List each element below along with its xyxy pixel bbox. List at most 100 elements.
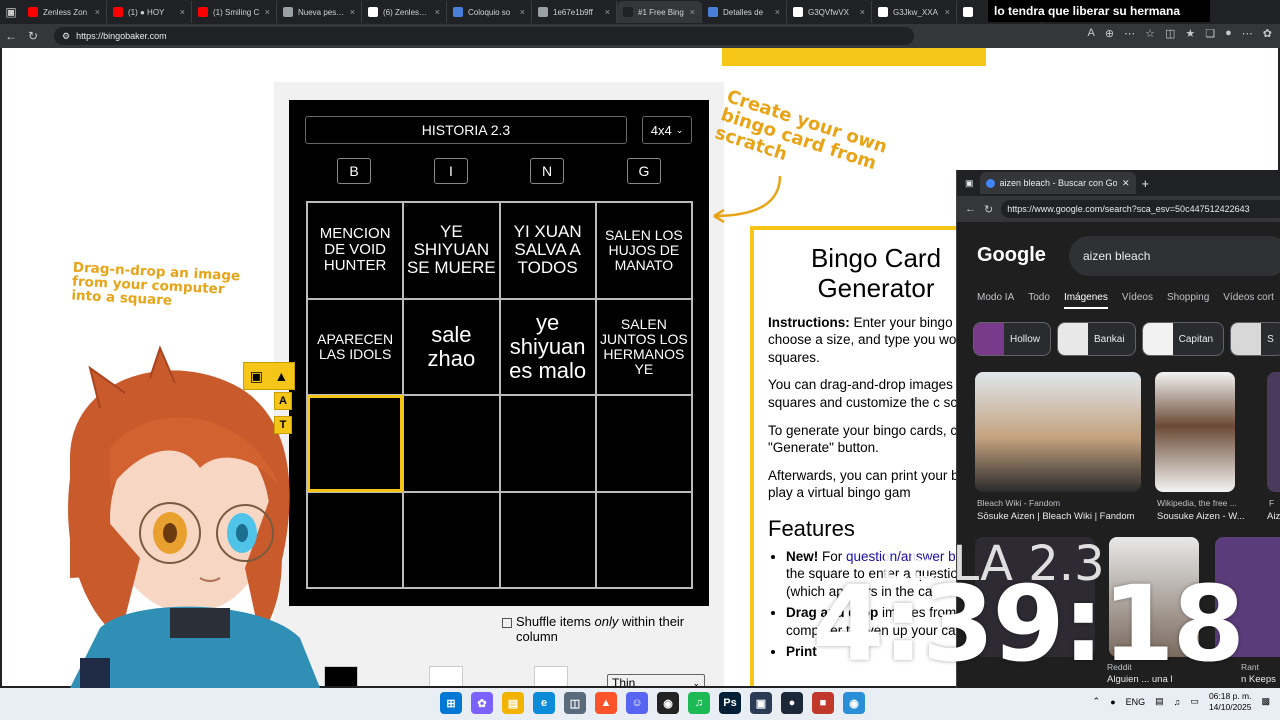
color-swatch-background[interactable] [429, 666, 463, 686]
bingo-cell[interactable]: SALEN JUNTOS LOS HERMANOS YE [595, 298, 692, 395]
browser-tab[interactable]: (6) Zenless Z × [362, 1, 447, 23]
favorite-star-icon[interactable]: ☆ [1145, 27, 1155, 40]
column-letter-b[interactable]: B [337, 158, 371, 184]
close-icon[interactable]: × [860, 7, 865, 17]
tab-ai-mode[interactable]: Modo IA [977, 292, 1014, 309]
google-search-input[interactable]: aizen bleach [1069, 236, 1280, 276]
column-letter-n[interactable]: N [530, 158, 564, 184]
shuffle-checkbox[interactable] [502, 618, 512, 628]
close-icon[interactable]: × [605, 7, 610, 17]
chevron-up-icon[interactable]: ⌃ [1093, 696, 1101, 707]
google-tab[interactable]: aizen bleach - Buscar con Google ✕ [979, 172, 1136, 194]
close-icon[interactable]: ✕ [1122, 178, 1130, 189]
shuffle-option[interactable]: Shuffle items only within their column [502, 614, 702, 644]
close-icon[interactable]: × [350, 7, 355, 17]
clock[interactable]: 06:18 p. m. 14/10/2025 [1209, 691, 1252, 712]
chip-bankai[interactable]: Bankai [1057, 322, 1136, 356]
tab-actions-icon[interactable]: ▣ [965, 178, 974, 189]
app-icon[interactable]: ◉ [843, 692, 865, 714]
result-image[interactable] [975, 372, 1141, 492]
edge-icon[interactable]: e [533, 692, 555, 714]
copilot-icon[interactable]: ✿ [471, 692, 493, 714]
bingo-cell[interactable] [307, 491, 404, 588]
store-icon[interactable]: ◫ [564, 692, 586, 714]
browser-tab[interactable]: Coloquio so × [447, 1, 532, 23]
bingo-cell[interactable] [595, 395, 692, 492]
browser-tab[interactable]: 1e67e1b9ff × [532, 1, 617, 23]
photoshop-icon[interactable]: Ps [719, 692, 741, 714]
tab-shopping[interactable]: Shopping [1167, 292, 1209, 309]
column-letter-g[interactable]: G [627, 158, 661, 184]
close-icon[interactable]: × [520, 7, 525, 17]
tab-videos[interactable]: Vídeos [1122, 292, 1153, 309]
split-screen-icon[interactable]: ◫ [1165, 27, 1175, 40]
volume-icon[interactable]: ♫ [1174, 697, 1181, 707]
result-title[interactable]: Sousuke Aizen - W... [1157, 511, 1245, 522]
network-icon[interactable]: ▤ [1155, 696, 1164, 707]
close-icon[interactable]: × [265, 7, 270, 17]
close-icon[interactable]: × [690, 7, 695, 17]
close-icon[interactable]: × [945, 7, 950, 17]
result-image[interactable] [1155, 372, 1235, 492]
back-icon[interactable]: ← [965, 203, 976, 215]
color-swatch-text[interactable] [324, 666, 358, 686]
tab-short-videos[interactable]: Vídeos cort [1223, 292, 1274, 309]
line-width-select[interactable]: Thin ⌄ [607, 674, 705, 686]
read-aloud-icon[interactable]: A [1088, 27, 1095, 40]
profile-avatar[interactable]: ● [1225, 27, 1232, 40]
browser-tab[interactable]: (1) Smiling C × [192, 1, 277, 23]
tab-actions-icon[interactable]: ▣ [0, 1, 22, 23]
result-image[interactable] [1267, 372, 1280, 492]
spotify-icon[interactable]: ♫ [688, 692, 710, 714]
url-field[interactable]: ⚙ https://bingobaker.com [54, 27, 914, 45]
app-icon[interactable]: ▣ [750, 692, 772, 714]
notifications-icon[interactable]: ▩ [1261, 696, 1270, 707]
more-options-icon[interactable]: ⋯ [1242, 27, 1253, 40]
browser-tab[interactable]: G3Jkw_XXA × [872, 1, 957, 23]
card-size-select[interactable]: 4x4 ⌄ [642, 116, 692, 144]
bingo-cell[interactable]: YI XUAN SALVA A TODOS [499, 202, 596, 299]
column-letter-i[interactable]: I [434, 158, 468, 184]
color-swatch-border[interactable] [534, 666, 568, 686]
bingo-cell[interactable] [595, 491, 692, 588]
bingo-cell[interactable]: MENCION DE VOID HUNTER [307, 202, 404, 299]
tab-all[interactable]: Todo [1028, 292, 1050, 309]
start-icon[interactable]: ⊞ [440, 692, 462, 714]
bingo-cell-selected[interactable] [307, 395, 404, 492]
zoom-icon[interactable]: ⊕ [1105, 27, 1114, 40]
browser-tab[interactable]: (1) ● HOY × [107, 1, 192, 23]
chip-capitan[interactable]: Capitan [1141, 322, 1225, 356]
card-title-input[interactable]: HISTORIA 2.3 [305, 116, 627, 144]
bingo-cell[interactable] [403, 395, 500, 492]
browser-tab[interactable]: Zenless Zon × [22, 1, 107, 23]
file-explorer-icon[interactable]: ▤ [502, 692, 524, 714]
close-icon[interactable]: × [180, 7, 185, 17]
font-icon[interactable]: A [274, 392, 292, 410]
refresh-icon[interactable]: ↻ [984, 203, 993, 216]
new-tab-icon[interactable]: + [1142, 176, 1150, 191]
refresh-icon[interactable]: ↻ [22, 25, 44, 47]
favorites-icon[interactable]: ★ [1185, 27, 1195, 40]
close-icon[interactable]: × [95, 7, 100, 17]
browser-tab[interactable]: Detalles de × [702, 1, 787, 23]
bingo-cell[interactable] [499, 395, 596, 492]
brave-icon[interactable]: ▲ [595, 692, 617, 714]
result-title[interactable]: n Keeps [1241, 674, 1276, 685]
bingo-cell[interactable]: ye shiyuan es malo [499, 298, 596, 395]
app-icon[interactable]: ■ [812, 692, 834, 714]
close-icon[interactable]: × [435, 7, 440, 17]
bingo-cell[interactable]: SALEN LOS HUJOS DE MANATO [595, 202, 692, 299]
browser-tab[interactable]: #1 Free Bing × [617, 1, 702, 23]
back-icon[interactable]: ← [0, 25, 22, 47]
obs-icon[interactable]: ◉ [657, 692, 679, 714]
steam-icon[interactable]: ● [781, 692, 803, 714]
collections-icon[interactable]: ❏ [1205, 27, 1215, 40]
copilot-icon[interactable]: ✿ [1263, 27, 1272, 40]
bingo-cell[interactable]: sale zhao [403, 298, 500, 395]
close-icon[interactable]: × [775, 7, 780, 17]
browser-tab[interactable]: G3QVfwVX × [787, 1, 872, 23]
microphone-icon[interactable]: ● [1110, 697, 1115, 707]
bingo-cell[interactable]: YE SHIYUAN SE MUERE [403, 202, 500, 299]
bingo-cell[interactable] [499, 491, 596, 588]
result-title[interactable]: Aiz [1267, 511, 1280, 522]
